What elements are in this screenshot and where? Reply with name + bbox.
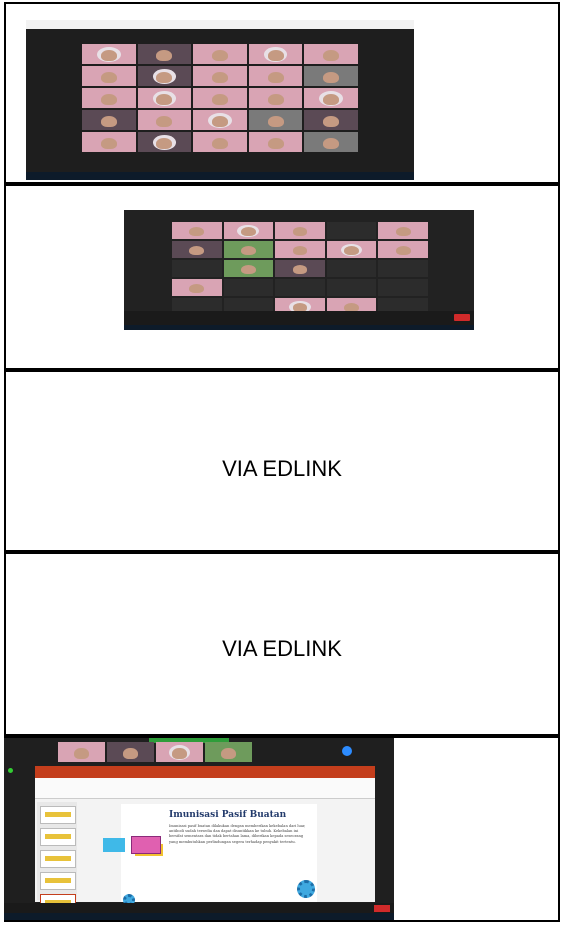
zoom-gallery-screenshot bbox=[26, 20, 414, 180]
participant-tile bbox=[248, 44, 303, 64]
participant-tile bbox=[82, 132, 136, 152]
participant-tile bbox=[193, 88, 247, 108]
documentation-cell-4: VIA EDLINK bbox=[4, 552, 560, 736]
participant-tile bbox=[82, 88, 136, 108]
slide-thumbnails bbox=[37, 802, 77, 912]
via-edlink-label: VIA EDLINK bbox=[222, 456, 342, 481]
participant-tile bbox=[193, 44, 247, 64]
participant-tile bbox=[378, 260, 428, 277]
participant-tile bbox=[172, 260, 222, 277]
current-slide: Imunisasi Pasif Buatan Imunisasi pasif b… bbox=[103, 804, 317, 906]
windows-taskbar bbox=[4, 913, 394, 920]
participant-tile bbox=[82, 110, 136, 130]
participant-count-badge bbox=[342, 746, 352, 756]
medical-kit-icon bbox=[103, 838, 125, 852]
participant-tile bbox=[137, 132, 192, 152]
participant-tile bbox=[326, 241, 377, 258]
participant-tile bbox=[275, 241, 325, 258]
window-titlebar bbox=[26, 20, 414, 29]
participant-tile bbox=[304, 44, 358, 64]
participant-tile bbox=[193, 66, 247, 86]
participant-tile bbox=[378, 279, 428, 296]
powerpoint-window: Imunisasi Pasif Buatan Imunisasi pasif b… bbox=[35, 766, 375, 912]
slide-thumbnail bbox=[40, 828, 76, 846]
participant-grid bbox=[172, 222, 428, 315]
participant-tile bbox=[248, 88, 303, 108]
participant-tile bbox=[378, 241, 428, 258]
participant-tile bbox=[378, 222, 428, 239]
ppt-title-bar bbox=[35, 766, 375, 778]
participant-tile bbox=[172, 222, 222, 239]
participant-tile bbox=[82, 66, 136, 86]
ppt-ribbon bbox=[35, 778, 375, 799]
participant-tile bbox=[172, 241, 222, 258]
windows-taskbar bbox=[124, 325, 474, 330]
participant-tile bbox=[205, 742, 252, 762]
participant-tile bbox=[275, 279, 325, 296]
slide-body-text: Imunisasi pasif buatan dilakukan dengan … bbox=[169, 824, 306, 844]
slide-thumbnail bbox=[40, 850, 76, 868]
documentation-cell-5: Imunisasi Pasif Buatan Imunisasi pasif b… bbox=[4, 736, 560, 922]
slide-thumbnail bbox=[40, 872, 76, 890]
end-meeting-button bbox=[454, 314, 470, 321]
documentation-cell-2 bbox=[4, 184, 560, 370]
participant-tile bbox=[223, 279, 274, 296]
via-edlink-label: VIA EDLINK bbox=[222, 636, 342, 661]
participant-tile bbox=[82, 44, 136, 64]
participant-tile bbox=[58, 742, 105, 762]
participant-tile bbox=[248, 110, 303, 130]
end-meeting-button bbox=[374, 905, 390, 912]
participant-grid bbox=[82, 44, 358, 152]
participant-tile bbox=[275, 260, 325, 277]
participant-tile bbox=[223, 222, 274, 239]
participant-tile bbox=[304, 66, 358, 86]
slide-title: Imunisasi Pasif Buatan bbox=[169, 810, 287, 820]
zoom-screen-share-screenshot: Imunisasi Pasif Buatan Imunisasi pasif b… bbox=[4, 738, 394, 920]
participant-tile bbox=[172, 279, 222, 296]
participant-tile bbox=[137, 110, 192, 130]
participant-tile bbox=[156, 742, 203, 762]
documentation-cell-3: VIA EDLINK bbox=[4, 370, 560, 552]
slide-thumbnail bbox=[40, 806, 76, 824]
windows-taskbar bbox=[26, 172, 414, 180]
participant-tile bbox=[304, 88, 358, 108]
participant-tile bbox=[223, 260, 274, 277]
documentation-cell-1 bbox=[4, 2, 560, 184]
zoom-meeting-toolbar bbox=[4, 903, 394, 913]
participant-tile bbox=[304, 132, 358, 152]
participant-tile bbox=[304, 110, 358, 130]
participant-tile bbox=[137, 88, 192, 108]
participant-tile bbox=[248, 132, 303, 152]
participant-tile bbox=[223, 241, 274, 258]
participant-tile bbox=[137, 44, 192, 64]
status-dot bbox=[8, 768, 13, 773]
participant-tile bbox=[248, 66, 303, 86]
participant-strip bbox=[58, 742, 254, 762]
zoom-meeting-toolbar bbox=[124, 311, 474, 325]
zoom-gallery-screenshot bbox=[124, 210, 474, 330]
medical-kit-icon bbox=[131, 836, 161, 854]
participant-tile bbox=[107, 742, 154, 762]
participant-tile bbox=[326, 222, 377, 239]
participant-tile bbox=[326, 260, 377, 277]
participant-tile bbox=[275, 222, 325, 239]
participant-tile bbox=[326, 279, 377, 296]
participant-tile bbox=[193, 132, 247, 152]
participant-tile bbox=[137, 66, 192, 86]
virus-icon bbox=[297, 880, 315, 898]
participant-tile bbox=[193, 110, 247, 130]
